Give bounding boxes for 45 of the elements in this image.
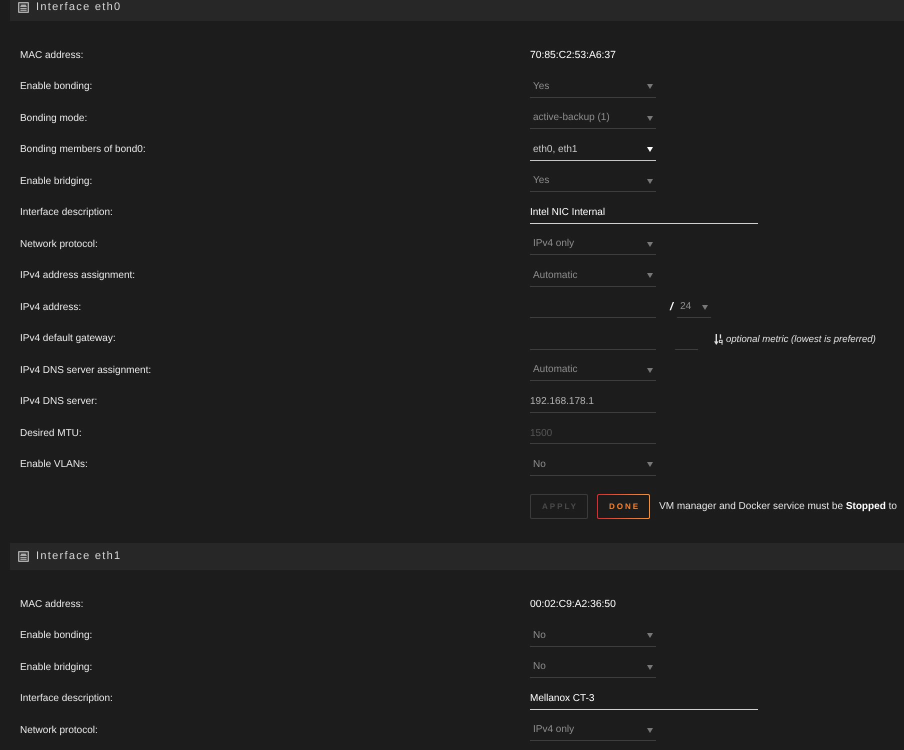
setting-label: Enable bridging: xyxy=(20,176,94,188)
slash-separator: / xyxy=(670,301,674,314)
caret-icon xyxy=(647,178,653,184)
caret-icon xyxy=(647,462,653,468)
section-title: Interface eth1 xyxy=(36,550,122,564)
setting-label: IPv4 default gateway: xyxy=(20,333,117,346)
setting-label: IPv4 address assignment: xyxy=(20,270,136,282)
setting-label: Enable bridging: xyxy=(20,662,94,674)
caret-icon xyxy=(647,147,653,152)
caret-icon xyxy=(647,273,653,278)
setting-label: Desired MTU: xyxy=(20,428,83,440)
setting-label: Enable bonding: xyxy=(20,81,94,94)
setting-label: Network protocol: xyxy=(20,238,99,251)
hint-text: optional metric (lowest is preferred) xyxy=(726,334,876,345)
section-title: Interface eth0 xyxy=(36,0,122,14)
caret-icon xyxy=(702,304,708,310)
port-icon xyxy=(18,551,29,562)
notice-text: VM manager and Docker service must be Stopped to xyxy=(659,500,897,512)
caret-icon xyxy=(647,242,653,247)
setting-label: Bonding members of bond0: xyxy=(20,144,147,156)
setting-label: Network protocol: xyxy=(20,724,99,737)
value-text: 00:02:C9:A2:36:50 xyxy=(530,598,616,611)
setting-label: IPv4 address: xyxy=(20,302,82,314)
done-button[interactable]: DONE xyxy=(596,494,650,519)
caret-icon xyxy=(647,368,653,373)
setting-label: IPv4 DNS server: xyxy=(20,396,98,408)
setting-label: Enable VLANs: xyxy=(20,459,89,472)
text-input[interactable]: Mellanox CT-3 xyxy=(530,688,758,710)
sort-icon xyxy=(714,334,723,345)
setting-label: Bonding mode: xyxy=(20,112,88,125)
caret-icon xyxy=(647,728,653,733)
setting-label: Interface description: xyxy=(20,693,114,706)
setting-label: MAC address: xyxy=(20,50,84,62)
port-icon xyxy=(18,2,29,13)
text-input[interactable]: Intel NIC Internal xyxy=(530,202,758,224)
dropdown[interactable]: eth0, eth1 xyxy=(530,140,656,161)
setting-label: IPv4 DNS server assignment: xyxy=(20,364,152,377)
caret-icon xyxy=(647,633,653,638)
caret-icon xyxy=(647,116,653,121)
setting-label: MAC address: xyxy=(20,598,84,611)
setting-label: Enable bonding: xyxy=(20,630,94,642)
caret-icon xyxy=(647,84,653,90)
setting-label: Interface description: xyxy=(20,207,114,220)
value-text: 70:85:C2:53:A6:37 xyxy=(530,50,616,62)
caret-icon xyxy=(647,664,653,670)
